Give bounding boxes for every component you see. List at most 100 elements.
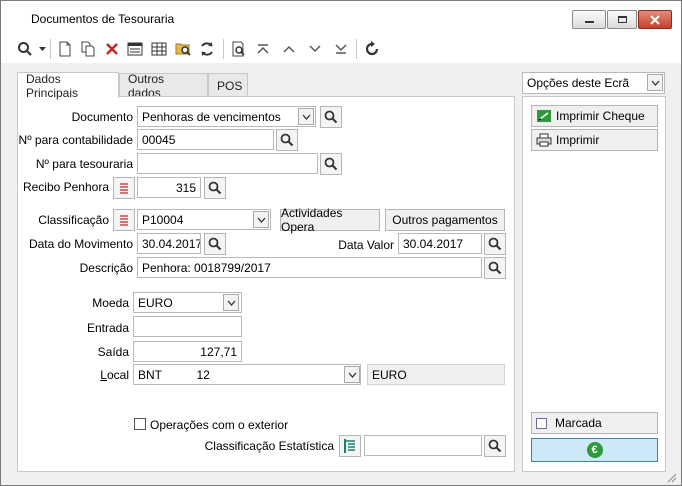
search-icon xyxy=(208,181,222,195)
form-icon xyxy=(127,42,143,56)
classificacao-list-button[interactable] xyxy=(113,209,135,231)
moeda-label: Moeda xyxy=(92,296,129,310)
num-contabilidade-field[interactable]: 00045 xyxy=(137,129,274,150)
reload-icon xyxy=(365,41,379,56)
moeda-dropdown-button[interactable] xyxy=(223,294,239,311)
documento-search-button[interactable] xyxy=(320,106,342,128)
search-icon xyxy=(488,261,502,275)
resize-grip-icon[interactable] xyxy=(665,471,677,483)
chevron-down-icon xyxy=(348,372,356,378)
tab-pos[interactable]: POS xyxy=(208,73,248,97)
window: Documentos de Tesouraria Dados Principai… xyxy=(0,0,682,486)
chevron-up-icon xyxy=(283,45,295,53)
chevron-down-icon xyxy=(227,300,235,306)
actividades-opera-button[interactable]: Actividades Opera xyxy=(280,206,380,234)
marcada-toggle[interactable]: Marcada xyxy=(531,412,658,434)
data-valor-field[interactable]: 30.04.2017 xyxy=(398,233,482,254)
folder-search-button[interactable] xyxy=(173,39,193,59)
class-estatistica-tree-button[interactable] xyxy=(339,435,361,457)
marcada-checkbox-icon xyxy=(536,417,547,429)
recibo-penhora-field[interactable]: 315 xyxy=(137,177,201,198)
refresh-button[interactable] xyxy=(197,39,217,59)
documento-select[interactable]: Penhoras de vencimentos xyxy=(137,106,316,127)
chevron-down-icon xyxy=(302,114,310,120)
copy-document-button[interactable] xyxy=(78,39,98,59)
new-document-icon xyxy=(59,41,71,57)
chevron-down-icon xyxy=(651,80,659,86)
close-button[interactable] xyxy=(638,10,672,29)
maximize-icon xyxy=(617,16,627,23)
class-estatistica-label: Classificação Estatística xyxy=(204,439,334,453)
minimize-icon xyxy=(584,21,594,23)
first-record-icon xyxy=(257,44,269,54)
opcoes-ecra-dropdown-button[interactable] xyxy=(647,74,663,91)
options-panel: Imprimir Cheque Imprimir Marcada € xyxy=(522,96,666,472)
outros-pagamentos-button[interactable]: Outros pagamentos xyxy=(385,209,505,231)
saida-field[interactable]: 127,71 xyxy=(133,341,242,362)
classificacao-label: Classificação xyxy=(38,213,109,227)
imprimir-cheque-button[interactable]: Imprimir Cheque xyxy=(531,105,658,127)
cheque-icon xyxy=(537,110,551,122)
opcoes-ecra-select[interactable]: Opções deste Ecrã xyxy=(522,72,665,94)
imprimir-button[interactable]: Imprimir xyxy=(531,129,658,151)
title-bar: Documentos de Tesouraria xyxy=(1,1,681,35)
euro-icon: € xyxy=(586,442,603,458)
search-button[interactable] xyxy=(15,39,35,59)
class-estatistica-field[interactable] xyxy=(364,435,482,456)
recibo-penhora-search-button[interactable] xyxy=(204,177,226,199)
caret-down-icon xyxy=(38,46,46,51)
recibo-penhora-label: Recibo Penhora xyxy=(22,180,109,194)
data-movimento-field[interactable]: 30.04.2017 xyxy=(137,233,201,254)
confirm-euro-button[interactable]: € xyxy=(531,438,658,462)
grid-button[interactable] xyxy=(149,39,169,59)
printer-icon xyxy=(536,133,552,147)
refresh-icon xyxy=(201,42,213,56)
chevron-down-icon xyxy=(257,217,265,223)
delete-button[interactable] xyxy=(102,39,122,59)
maximize-button[interactable] xyxy=(607,10,637,29)
num-tesouraria-label: Nº para tesouraria xyxy=(35,157,133,171)
next-record-button[interactable] xyxy=(305,39,325,59)
toolbar xyxy=(1,35,681,63)
local-dropdown-button[interactable] xyxy=(344,366,360,383)
preview-button[interactable] xyxy=(229,39,249,59)
classificacao-select[interactable]: P10004 xyxy=(137,209,271,230)
data-movimento-search-button[interactable] xyxy=(204,233,226,255)
tab-outros-dados[interactable]: Outros dados xyxy=(119,72,208,100)
saida-label: Saída xyxy=(97,345,129,359)
reload-button[interactable] xyxy=(362,39,382,59)
new-document-button[interactable] xyxy=(55,39,75,59)
recibo-penhora-list-button[interactable] xyxy=(113,177,135,199)
search-icon xyxy=(324,157,338,171)
descricao-search-button[interactable] xyxy=(484,257,506,279)
list-icon xyxy=(120,183,128,194)
search-dropdown-button[interactable] xyxy=(37,39,47,59)
tab-dados-principais[interactable]: Dados Principais xyxy=(17,72,119,100)
operacoes-exterior-checkbox[interactable] xyxy=(134,418,146,430)
data-movimento-label: Data do Movimento xyxy=(28,237,133,251)
previous-record-button[interactable] xyxy=(279,39,299,59)
num-tesouraria-field[interactable] xyxy=(137,153,318,174)
close-icon xyxy=(650,14,660,25)
num-contabilidade-search-button[interactable] xyxy=(276,129,298,151)
documento-dropdown-button[interactable] xyxy=(298,108,314,125)
descricao-field[interactable]: Penhora: 0018799/2017 xyxy=(137,257,482,278)
copy-icon xyxy=(81,41,95,57)
search-icon xyxy=(208,237,222,251)
search-icon xyxy=(324,110,338,124)
last-record-button[interactable] xyxy=(331,39,351,59)
local-currency-display: EURO xyxy=(367,364,505,385)
classificacao-dropdown-button[interactable] xyxy=(253,211,269,228)
search-icon xyxy=(18,42,32,56)
data-valor-search-button[interactable] xyxy=(484,233,506,255)
local-select[interactable]: BNT 12 xyxy=(133,364,361,385)
first-record-button[interactable] xyxy=(253,39,273,59)
entrada-field[interactable] xyxy=(133,316,242,337)
grid-icon xyxy=(151,42,167,56)
num-tesouraria-search-button[interactable] xyxy=(320,153,342,175)
class-estatistica-search-button[interactable] xyxy=(484,435,506,457)
search-icon xyxy=(488,439,502,453)
last-record-icon xyxy=(335,44,347,54)
minimize-button[interactable] xyxy=(572,10,606,29)
details-button[interactable] xyxy=(125,39,145,59)
